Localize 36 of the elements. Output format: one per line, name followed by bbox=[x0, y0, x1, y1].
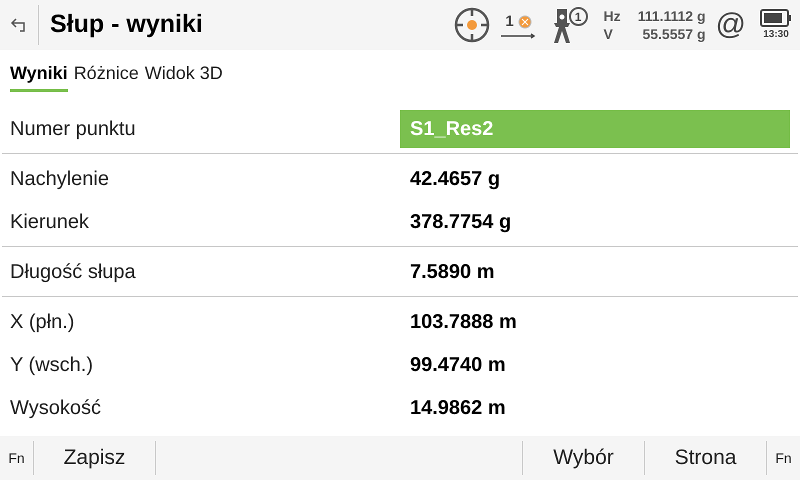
softkey-button[interactable]: Wybór bbox=[522, 441, 644, 475]
fn-button[interactable]: Fn bbox=[766, 441, 800, 475]
field-value: 99.4740 m bbox=[409, 352, 507, 378]
tab[interactable]: Różnice bbox=[74, 60, 139, 92]
field-label: X (płn.) bbox=[9, 310, 76, 334]
field-value: S1_Res2 bbox=[400, 110, 790, 148]
angle-label: V bbox=[604, 25, 614, 43]
softkey-button[interactable]: Zapisz bbox=[34, 441, 156, 475]
prism-icon bbox=[518, 15, 532, 29]
tab[interactable]: Wyniki bbox=[10, 60, 68, 92]
back-icon bbox=[10, 17, 28, 33]
target-count: 1 bbox=[505, 12, 514, 32]
arrow-icon bbox=[500, 33, 537, 40]
at-icon: @ bbox=[716, 10, 746, 40]
crosshair-icon bbox=[452, 6, 491, 44]
field-label: Nachylenie bbox=[9, 166, 110, 192]
field-label: Y (wsch.) bbox=[9, 352, 94, 378]
field-label: Długość słupa bbox=[9, 260, 137, 284]
instrument-badge: 1 bbox=[568, 7, 588, 26]
battery-icon bbox=[760, 8, 792, 26]
field-value: 14.9862 m bbox=[409, 396, 507, 420]
field-value: 7.5890 m bbox=[409, 260, 496, 284]
field-value: 103.7888 m bbox=[409, 310, 518, 334]
field-value: 42.4657 g bbox=[409, 166, 502, 192]
fn-button[interactable]: Fn bbox=[0, 441, 34, 475]
field-value: 378.7754 g bbox=[409, 210, 512, 234]
softkey-button[interactable]: Strona bbox=[644, 441, 766, 475]
window-title: Słup - wyniki bbox=[50, 9, 203, 40]
angle-value: 55.5557 g bbox=[641, 25, 706, 43]
field-label: Kierunek bbox=[9, 210, 90, 234]
clock-time: 13:30 bbox=[763, 28, 789, 42]
field-label: Wysokość bbox=[9, 396, 102, 420]
tab[interactable]: Widok 3D bbox=[144, 60, 223, 92]
field-label: Numer punktu bbox=[9, 116, 137, 142]
angle-value: 111.1112 g bbox=[636, 7, 706, 25]
angle-label: Hz bbox=[604, 7, 622, 25]
